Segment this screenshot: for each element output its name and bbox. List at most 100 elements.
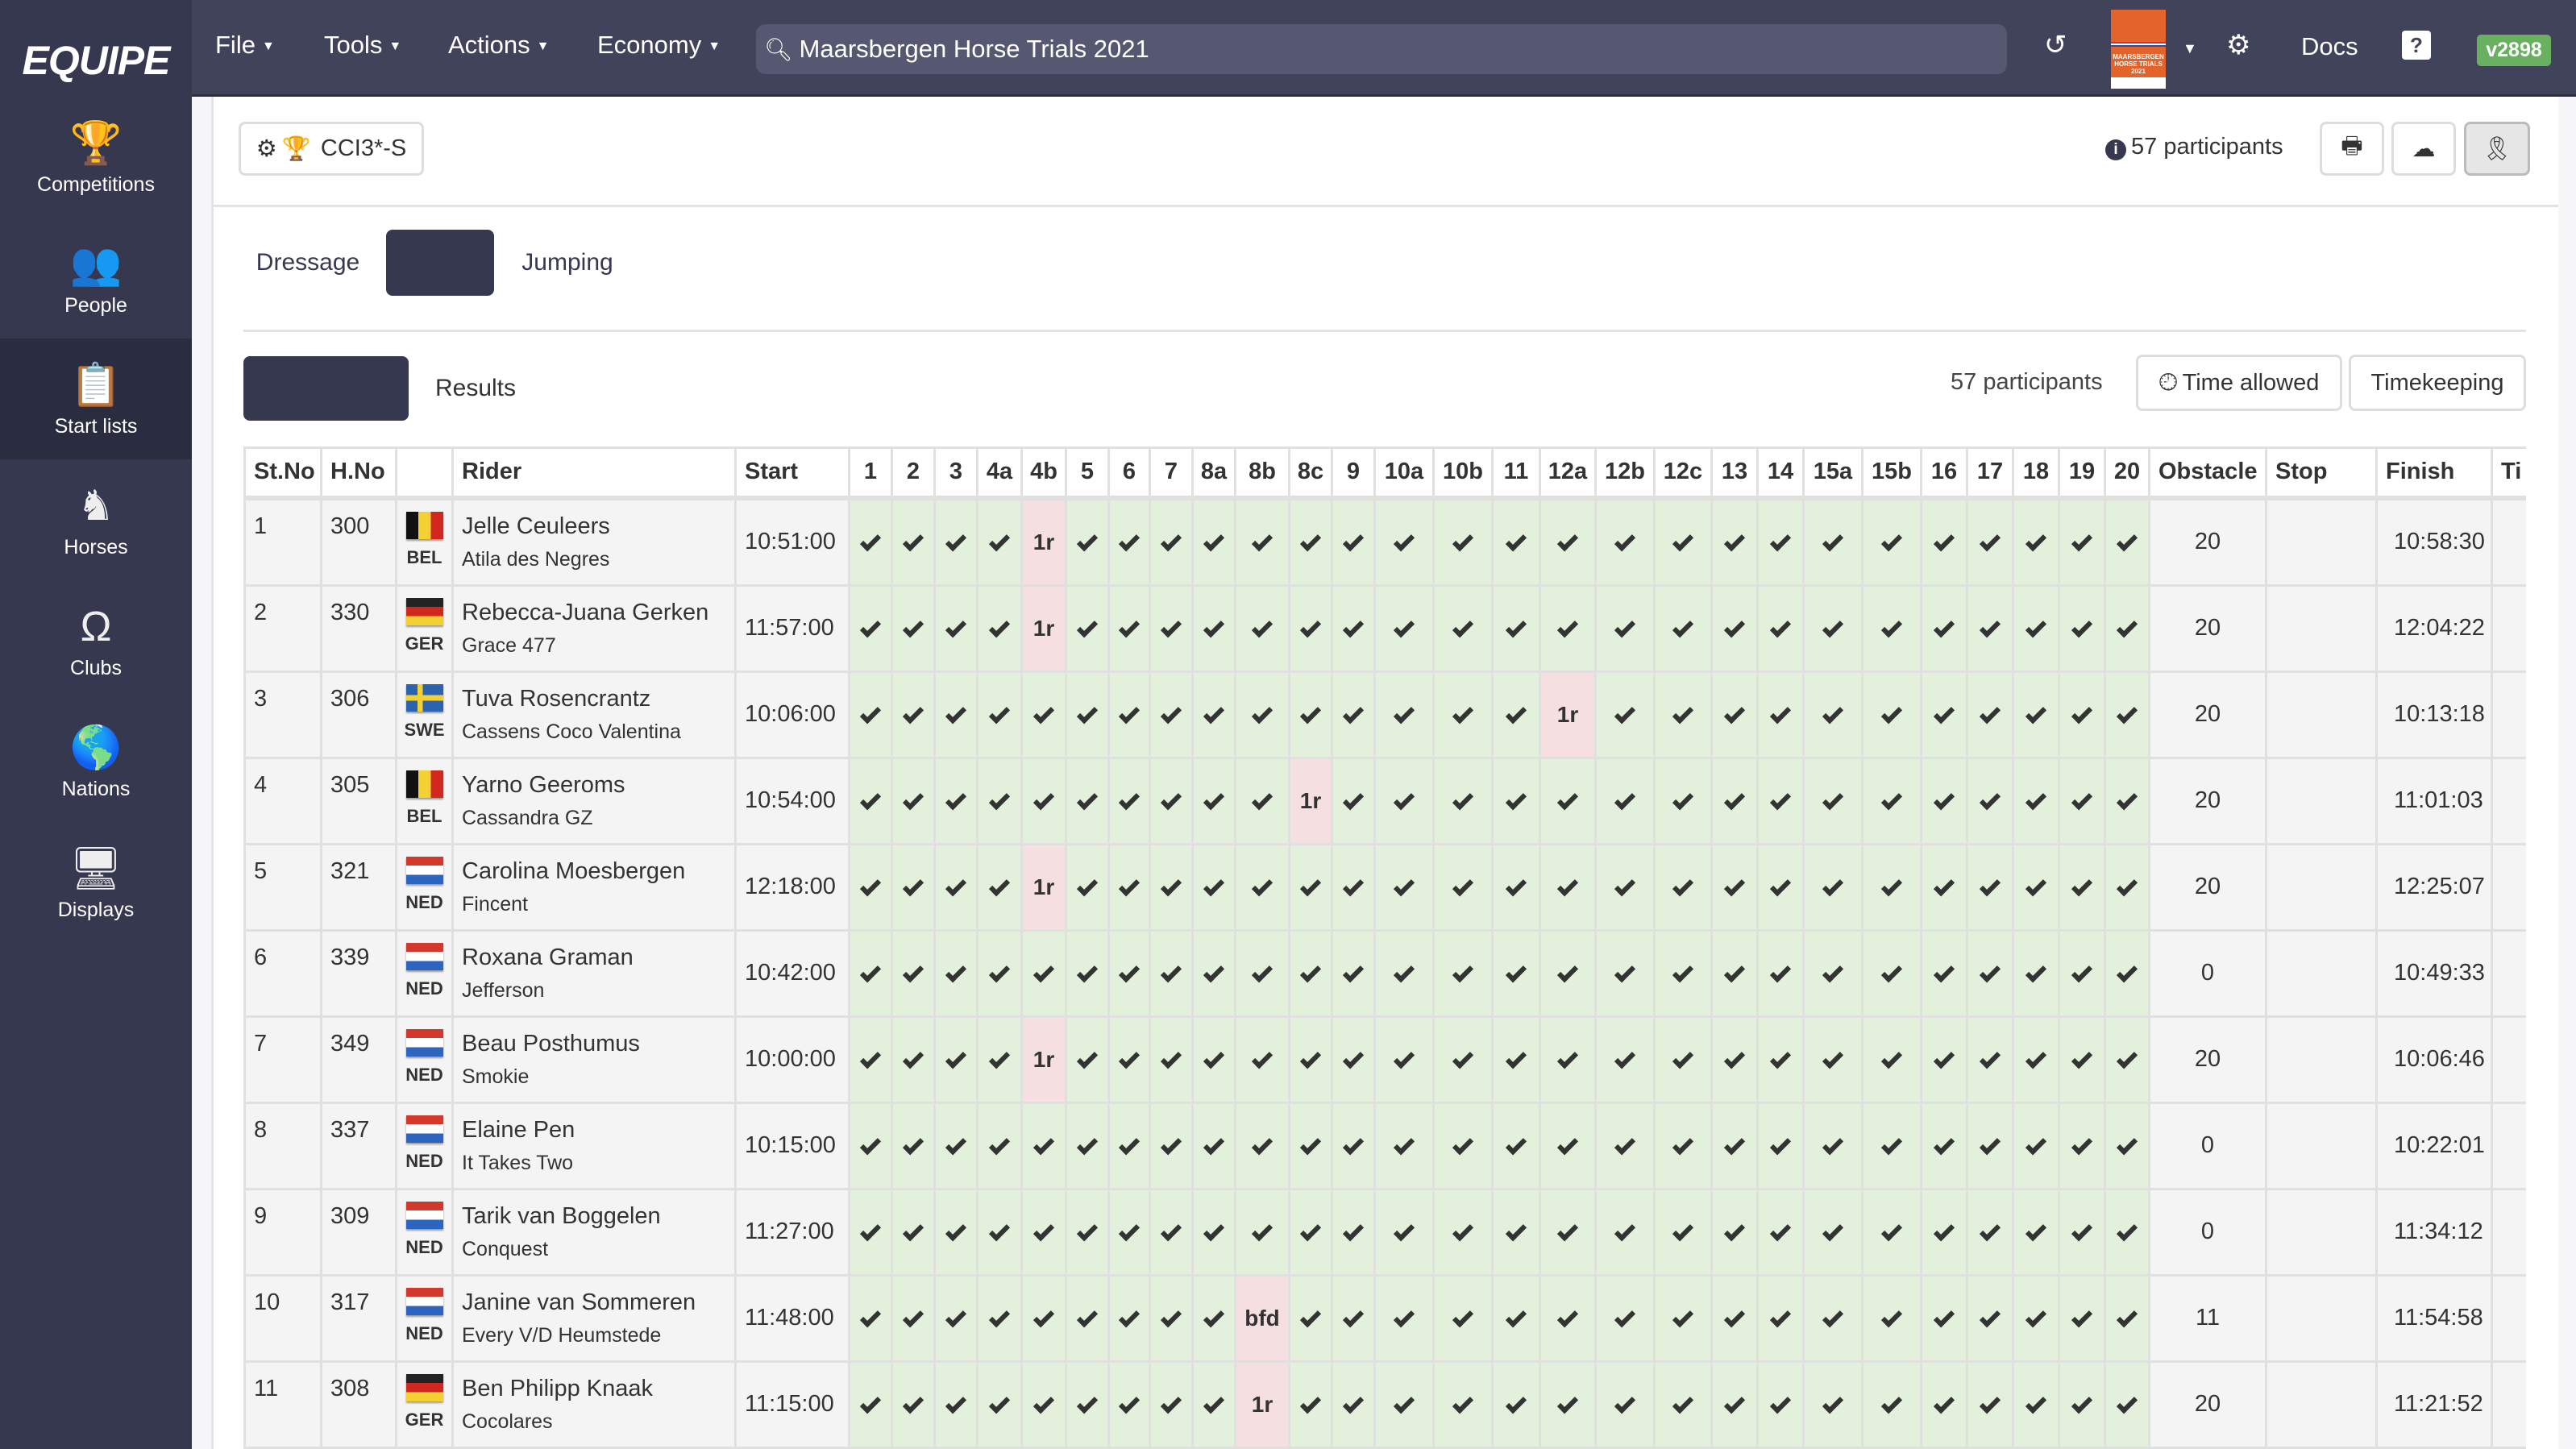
obstacle-cell-clear[interactable] — [933, 756, 978, 845]
obstacle-cell-clear[interactable] — [1966, 1273, 2014, 1363]
obstacle-cell-clear[interactable] — [2104, 1101, 2150, 1190]
obstacle-cell-clear[interactable] — [1065, 842, 1110, 932]
event-logo[interactable]: MAARSBERGEN HORSE TRIALS 2021 — [2111, 10, 2166, 89]
col-header-obstacle[interactable]: Obstacle — [2148, 446, 2267, 500]
obstacle-cell-clear[interactable] — [848, 842, 893, 932]
obstacle-cell-clear[interactable] — [1594, 756, 1656, 845]
obstacle-cell-clear[interactable] — [1756, 1273, 1805, 1363]
sidebar-item-horses[interactable]: ♞ Horses — [0, 459, 192, 580]
obstacle-cell-clear[interactable] — [1234, 756, 1290, 845]
obstacle-cell-clear[interactable] — [1710, 1273, 1759, 1363]
obstacle-cell-clear[interactable] — [1288, 928, 1333, 1018]
obstacle-cell-clear[interactable] — [1065, 670, 1110, 759]
obstacle-cell-clear[interactable] — [1331, 1101, 1376, 1190]
obstacle-cell-clear[interactable] — [1234, 496, 1290, 587]
obstacle-cell-clear[interactable] — [891, 583, 936, 673]
obstacle-cell-clear[interactable] — [1966, 1015, 2014, 1104]
obstacle-cell-clear[interactable] — [1373, 1360, 1435, 1449]
obstacle-cell-clear[interactable] — [976, 583, 1023, 673]
obstacle-cell-clear[interactable] — [1288, 496, 1333, 587]
stop-cell[interactable] — [2265, 583, 2378, 673]
obstacle-cell-clear[interactable] — [1331, 1187, 1376, 1277]
obstacle-cell-clear[interactable] — [2104, 842, 2150, 932]
obstacle-cell-clear[interactable] — [1491, 1015, 1541, 1104]
obstacle-cell-clear[interactable] — [976, 1360, 1023, 1449]
obstacle-cell-clear[interactable] — [1331, 583, 1376, 673]
obstacle-cell-fault[interactable]: 1r — [1020, 496, 1067, 587]
rider-name[interactable]: Rebecca-Juana Gerken — [462, 600, 726, 626]
obstacle-cell-clear[interactable] — [1020, 1101, 1067, 1190]
obstacle-cell-clear[interactable] — [1756, 1187, 1805, 1277]
rider-name[interactable]: Tuva Rosencrantz — [462, 686, 726, 712]
obstacle-cell-clear[interactable] — [2012, 842, 2060, 932]
obstacle-cell-clear[interactable] — [1107, 756, 1151, 845]
obstacle-cell-clear[interactable] — [1149, 928, 1194, 1018]
obstacle-cell-clear[interactable] — [1756, 1015, 1805, 1104]
obstacle-cell-clear[interactable] — [2012, 1101, 2060, 1190]
col-header-time[interactable]: Ti — [2491, 446, 2526, 500]
obstacle-cell-clear[interactable] — [891, 1360, 936, 1449]
obstacle-cell-clear[interactable] — [1920, 583, 1968, 673]
obstacle-cell-clear[interactable] — [1594, 928, 1656, 1018]
obstacle-cell-clear[interactable] — [1065, 1187, 1110, 1277]
obstacle-cell-clear[interactable] — [1539, 756, 1597, 845]
obstacle-cell-clear[interactable] — [1594, 1101, 1656, 1190]
tab-cross[interactable]: Cross — [386, 230, 494, 296]
equipe-logo[interactable]: EQUIPE — [0, 0, 192, 97]
obstacle-cell-clear[interactable] — [848, 496, 893, 587]
gear-icon[interactable]: ⚙ — [2226, 29, 2250, 61]
obstacle-cell-clear[interactable] — [1149, 670, 1194, 759]
menu-file[interactable]: File ▼ — [215, 31, 275, 60]
rider-name[interactable]: Beau Posthumus — [462, 1031, 726, 1057]
rider-cell[interactable]: Roxana Graman Jefferson — [451, 928, 737, 1018]
obstacle-cell-clear[interactable] — [891, 670, 936, 759]
obstacle-cell-clear[interactable] — [1920, 1273, 1968, 1363]
obstacle-cell-clear[interactable] — [1861, 842, 1922, 932]
obstacle-cell-clear[interactable] — [1594, 1273, 1656, 1363]
obstacle-cell-clear[interactable] — [1861, 1187, 1922, 1277]
obstacle-cell-clear[interactable] — [1802, 756, 1863, 845]
sidebar-item-clubs[interactable]: Ω Clubs — [0, 580, 192, 701]
obstacle-cell-clear[interactable] — [1539, 928, 1597, 1018]
obstacle-cell-clear[interactable] — [933, 583, 978, 673]
obstacle-cell-clear[interactable] — [1861, 583, 1922, 673]
obstacle-cell-clear[interactable] — [2058, 670, 2106, 759]
col-header-obstacle-7[interactable]: 7 — [1149, 446, 1194, 500]
rider-name[interactable]: Jelle Ceuleers — [462, 513, 726, 540]
obstacle-cell-clear[interactable] — [1594, 670, 1656, 759]
obstacle-cell-clear[interactable] — [1594, 1187, 1656, 1277]
obstacle-cell-clear[interactable] — [1966, 756, 2014, 845]
obstacle-cell-clear[interactable] — [1966, 583, 2014, 673]
obstacle-cell-clear[interactable] — [1966, 496, 2014, 587]
obstacle-cell-clear[interactable] — [1234, 1015, 1290, 1104]
obstacle-cell-clear[interactable] — [1331, 1360, 1376, 1449]
horse-name[interactable]: Conquest — [462, 1238, 726, 1261]
obstacle-cell-clear[interactable] — [1653, 756, 1713, 845]
rider-cell[interactable]: Carolina Moesbergen Fincent — [451, 842, 737, 932]
obstacle-cell-clear[interactable] — [1432, 670, 1494, 759]
obstacle-cell-clear[interactable] — [1539, 1101, 1597, 1190]
table-row[interactable]: 8 337 NED Elaine Pen It Takes Two 10:15:00 0 10… — [243, 1101, 2526, 1190]
obstacle-cell-clear[interactable] — [1710, 670, 1759, 759]
horse-name[interactable]: Atila des Negres — [462, 548, 726, 571]
obstacle-cell-clear[interactable] — [933, 1101, 978, 1190]
obstacle-cell-clear[interactable] — [1491, 583, 1541, 673]
obstacle-cell-clear[interactable] — [1491, 1101, 1541, 1190]
obstacle-cell-clear[interactable] — [1191, 1187, 1236, 1277]
rider-cell[interactable]: Janine van Sommeren Every V/D Heumstede — [451, 1273, 737, 1363]
obstacle-cell-clear[interactable] — [1491, 1187, 1541, 1277]
stop-cell[interactable] — [2265, 1273, 2378, 1363]
col-header-finish[interactable]: Finish — [2375, 446, 2493, 500]
stop-cell[interactable] — [2265, 842, 2378, 932]
obstacle-cell-clear[interactable] — [1373, 756, 1435, 845]
obstacle-cell-clear[interactable] — [1594, 496, 1656, 587]
obstacle-cell-clear[interactable] — [1149, 1187, 1194, 1277]
obstacle-cell-clear[interactable] — [933, 496, 978, 587]
col-header-obstacle-17[interactable]: 17 — [1966, 446, 2014, 500]
obstacle-cell-fault[interactable]: 1r — [1020, 1015, 1067, 1104]
obstacle-cell-clear[interactable] — [1653, 1015, 1713, 1104]
obstacle-cell-clear[interactable] — [1107, 1015, 1151, 1104]
stop-cell[interactable] — [2265, 1101, 2378, 1190]
stop-cell[interactable] — [2265, 928, 2378, 1018]
obstacle-cell-clear[interactable] — [1191, 756, 1236, 845]
